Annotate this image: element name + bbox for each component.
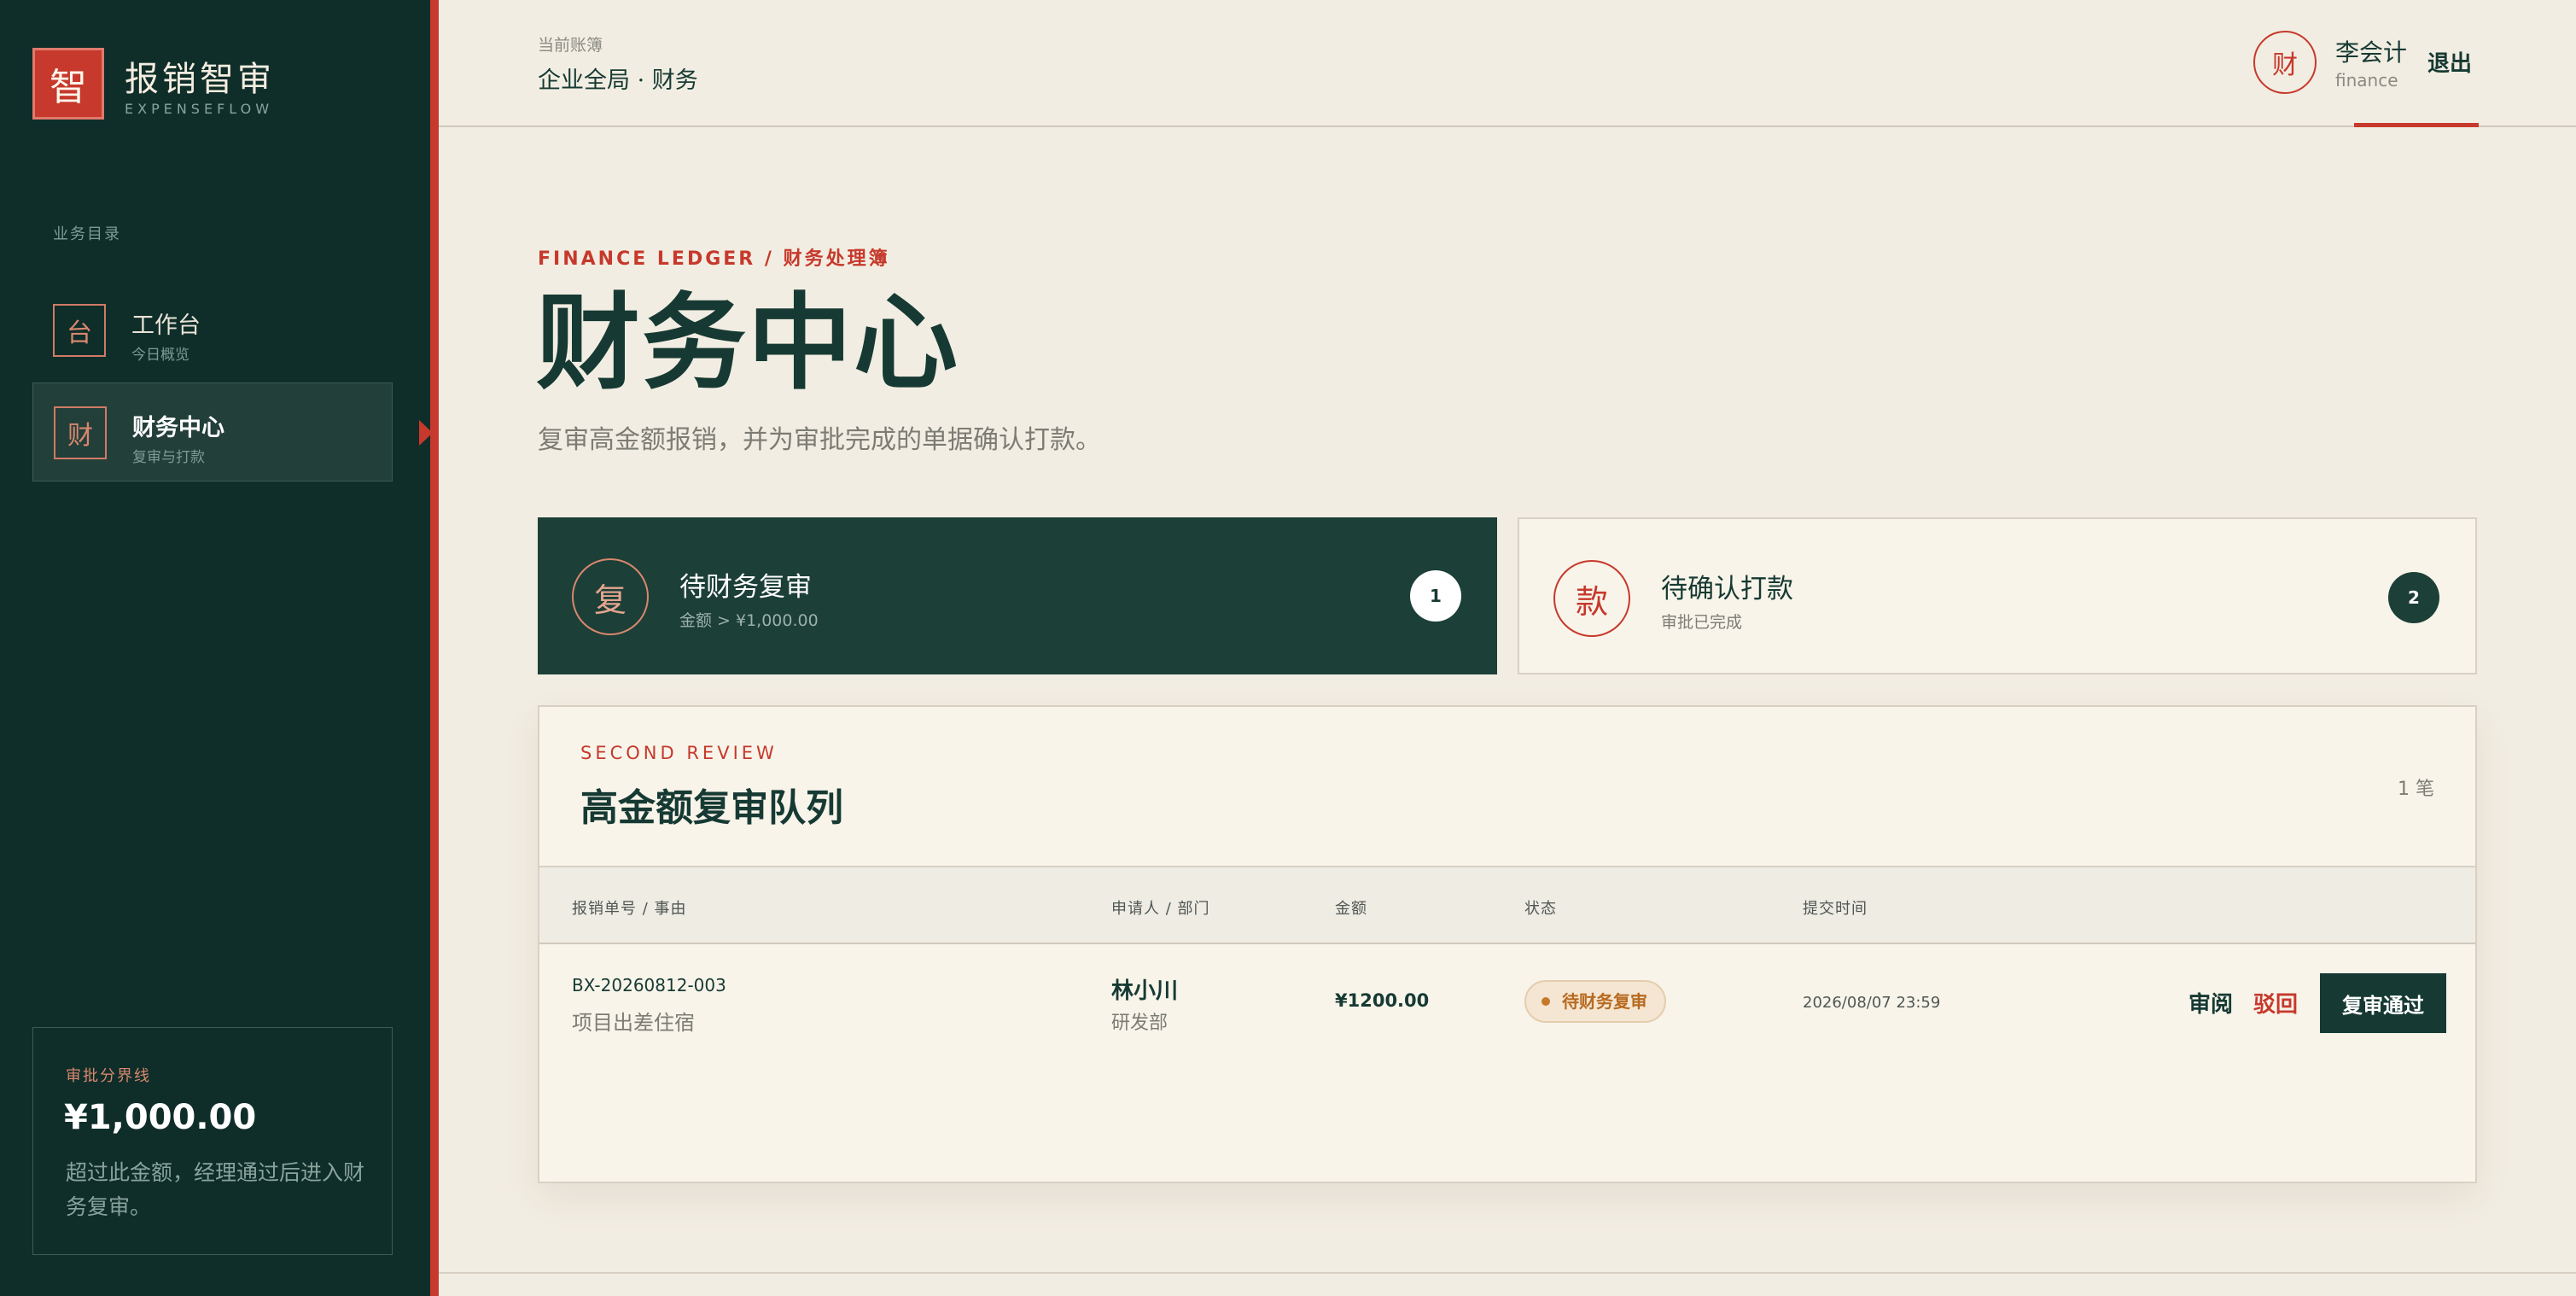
- ledger-caption: 当前账簿: [538, 36, 603, 55]
- status-dot-icon: [1542, 997, 1550, 1006]
- sidebar-item-label: 工作台: [131, 312, 201, 339]
- page-description: 复审高金额报销，并为审批完成的单据确认打款。: [538, 425, 1101, 455]
- threshold-description: 超过此金额，经理通过后进入财务复审。: [66, 1160, 365, 1219]
- reject-button[interactable]: 驳回: [2253, 987, 2298, 1019]
- column-header-amount: 金额: [1335, 900, 1367, 918]
- queue-eyebrow: SECOND REVIEW: [580, 743, 778, 763]
- table-header: 报销单号 / 事由 申请人 / 部门 金额 状态 提交时间: [539, 866, 2475, 944]
- column-header-applicant: 申请人 / 部门: [1111, 900, 1210, 918]
- page-eyebrow: FINANCE LEDGER / 财务处理簿: [538, 248, 890, 270]
- brand-subtitle: EXPENSEFLOW: [125, 101, 274, 117]
- stat-count-badge: 2: [2388, 572, 2439, 623]
- review-icon: 复: [572, 558, 649, 635]
- status-badge: 待财务复审: [1524, 980, 1666, 1023]
- nav-caption: 业务目录: [53, 225, 121, 243]
- user-role: finance: [2335, 70, 2398, 90]
- sidebar-item-finance-center[interactable]: 财 财务中心 复审与打款: [32, 382, 393, 482]
- avatar[interactable]: 财: [2253, 31, 2317, 94]
- status-label: 待财务复审: [1562, 991, 1647, 1012]
- approval-threshold-card: 审批分界线 ¥1,000.00 超过此金额，经理通过后进入财务复审。: [32, 1027, 393, 1255]
- user-name: 李会计: [2335, 38, 2408, 67]
- brand-name: 报销智审: [125, 60, 275, 99]
- expense-id: BX-20260812-003: [572, 975, 726, 995]
- stat-title: 待财务复审: [679, 572, 812, 603]
- sidebar-item-sublabel: 复审与打款: [132, 449, 205, 466]
- threshold-label: 审批分界线: [66, 1067, 151, 1085]
- column-header-submitted: 提交时间: [1803, 900, 1868, 918]
- logout-button[interactable]: 退出: [2427, 46, 2472, 78]
- sidebar-item-sublabel: 今日概览: [131, 347, 189, 364]
- payment-icon: 款: [1553, 560, 1630, 637]
- bottom-divider: [439, 1272, 2576, 1274]
- expense-reason: 项目出差住宿: [572, 1011, 695, 1035]
- page-title: 财务中心: [536, 281, 959, 404]
- stat-subtitle: 金额 > ¥1,000.00: [679, 611, 819, 630]
- column-header-id: 报销单号 / 事由: [572, 900, 687, 918]
- topbar-accent-line: [2354, 123, 2479, 127]
- review-queue-panel: SECOND REVIEW 高金额复审队列 1 笔 报销单号 / 事由 申请人 …: [538, 705, 2477, 1183]
- approve-button[interactable]: 复审通过: [2320, 973, 2446, 1033]
- finance-icon: 财: [54, 406, 107, 459]
- brand-logo: 智: [32, 48, 104, 120]
- expense-amount: ¥1200.00: [1335, 990, 1430, 1011]
- submitted-time: 2026/08/07 23:59: [1803, 994, 1941, 1012]
- queue-title: 高金额复审队列: [580, 786, 843, 830]
- applicant-name: 林小川: [1111, 978, 1179, 1004]
- review-button[interactable]: 审阅: [2188, 987, 2233, 1019]
- stat-card-pending-review[interactable]: 复 待财务复审 金额 > ¥1,000.00 1: [538, 517, 1497, 674]
- applicant-department: 研发部: [1111, 1013, 1169, 1034]
- sidebar-item-label: 财务中心: [132, 415, 224, 441]
- sidebar: 智 报销智审 EXPENSEFLOW 业务目录 台 工作台 今日概览 财 财务中…: [0, 0, 430, 1296]
- queue-count: 1 笔: [2398, 779, 2434, 800]
- active-indicator-arrow-icon: [419, 420, 433, 446]
- stat-subtitle: 审批已完成: [1661, 613, 1743, 632]
- stat-count-badge: 1: [1410, 570, 1461, 622]
- column-header-status: 状态: [1524, 900, 1557, 918]
- stat-title: 待确认打款: [1661, 574, 1793, 604]
- sidebar-edge-divider: [430, 0, 439, 1296]
- stat-card-pending-payment[interactable]: 款 待确认打款 审批已完成 2: [1518, 517, 2477, 674]
- topbar: 当前账簿 企业全局 · 财务 财 李会计 finance 退出: [439, 0, 2576, 127]
- workbench-icon: 台: [53, 304, 106, 357]
- sidebar-item-workbench[interactable]: 台 工作台 今日概览: [32, 281, 393, 380]
- threshold-value: ¥1,000.00: [64, 1098, 257, 1137]
- table-row[interactable]: BX-20260812-003 项目出差住宿 林小川 研发部 ¥1200.00 …: [539, 944, 2475, 1064]
- ledger-name[interactable]: 企业全局 · 财务: [538, 61, 698, 95]
